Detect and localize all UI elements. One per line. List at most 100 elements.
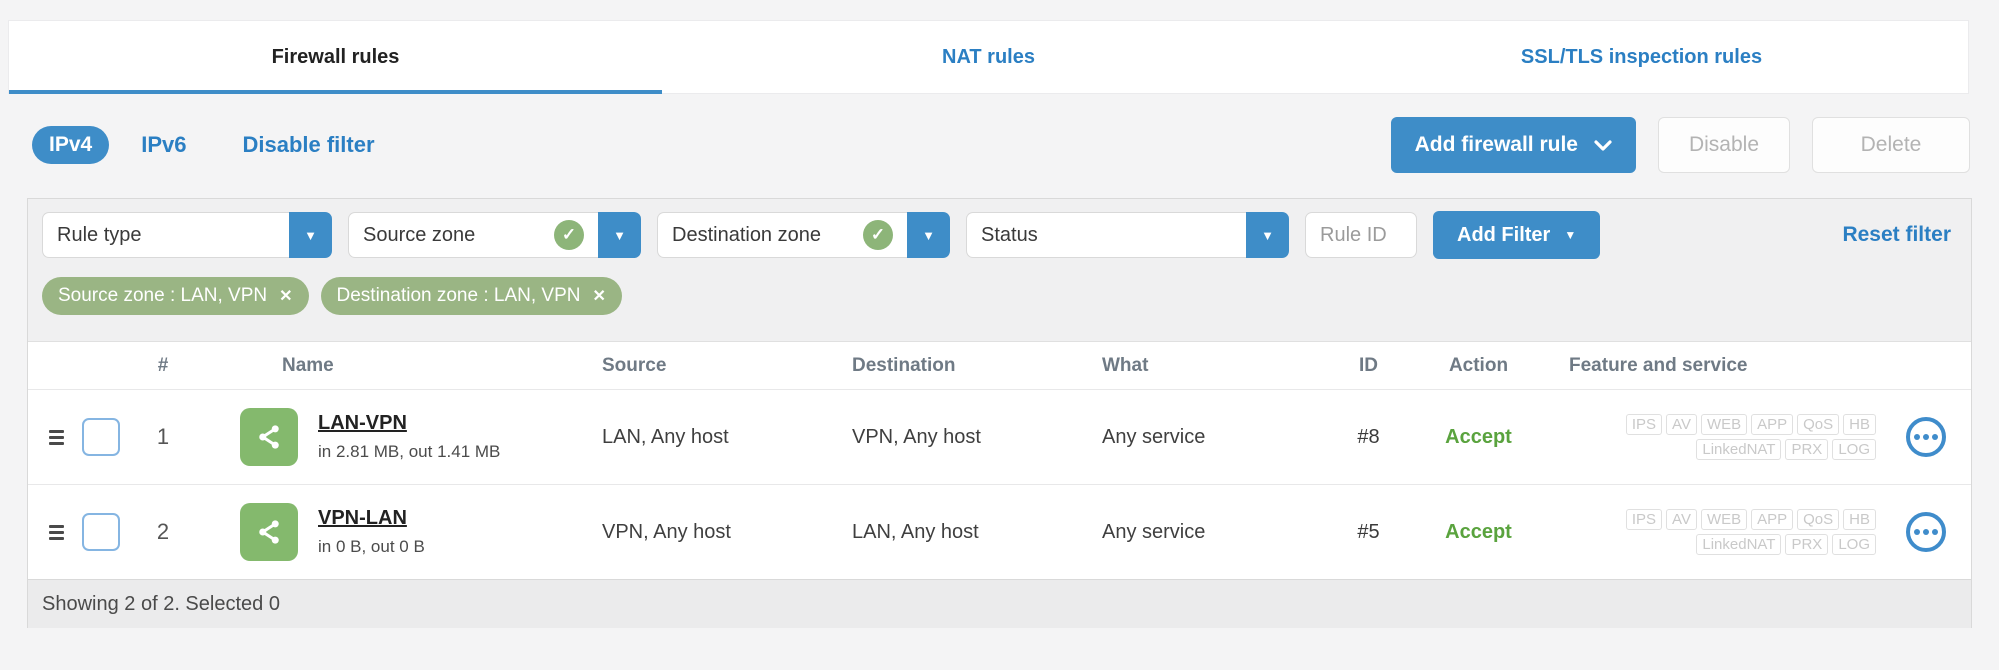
table-header-row: # Name Source Destination What ID Action… — [28, 341, 1971, 389]
filter-row: Rule type ▼ Source zone ✓ ▼ Destination … — [28, 199, 1971, 269]
feature-badge: LOG — [1832, 534, 1876, 555]
row-number: 2 — [156, 519, 170, 544]
feature-badge: IPS — [1625, 509, 1663, 530]
feature-badge: WEB — [1700, 414, 1748, 435]
feature-badge: QoS — [1797, 509, 1840, 530]
rule-id: #8 — [1357, 425, 1380, 448]
chevron-down-icon: ▼ — [613, 227, 626, 243]
status-label: Status — [981, 223, 1038, 246]
chevron-down-icon: ▼ — [304, 227, 317, 243]
active-filter-chips: Source zone : LAN, VPN ✕ Destination zon… — [28, 269, 1971, 341]
tab-nat-rules[interactable]: NAT rules — [662, 21, 1315, 93]
drag-handle-icon[interactable] — [48, 429, 64, 445]
row-number: 1 — [156, 424, 170, 449]
network-rule-share-icon[interactable] — [240, 503, 298, 561]
row-menu-ellipsis-button[interactable] — [1905, 512, 1946, 552]
row-menu-ellipsis-button[interactable] — [1905, 417, 1946, 457]
rule-destination: LAN, Any host — [852, 520, 979, 543]
filter-applied-check-icon: ✓ — [863, 220, 893, 250]
source-zone-dropdown-value[interactable]: Source zone ✓ — [348, 212, 598, 258]
header-feature-and-service: Feature and service — [1569, 354, 1748, 376]
feature-badge: QoS — [1797, 414, 1840, 435]
status-dropdown: Status ▼ — [966, 212, 1289, 258]
rule-what: Any service — [1102, 425, 1206, 448]
rule-traffic-stats: in 0 B, out 0 B — [318, 537, 425, 556]
row-checkbox[interactable] — [82, 418, 120, 456]
add-firewall-rule-label: Add firewall rule — [1414, 133, 1578, 156]
rule-type-dropdown-button[interactable]: ▼ — [289, 212, 332, 258]
chip-label: Source zone : LAN, VPN — [58, 285, 268, 306]
share-icon — [259, 520, 279, 544]
showing-selected-status: Showing 2 of 2. Selected 0 — [42, 592, 280, 615]
rule-type-label: Rule type — [57, 223, 142, 246]
chip-label: Destination zone : LAN, VPN — [336, 285, 581, 306]
header-action: Action — [1448, 354, 1509, 376]
status-dropdown-value[interactable]: Status — [966, 212, 1246, 258]
destination-zone-dropdown-button[interactable]: ▼ — [907, 212, 950, 258]
feature-badge: PRX — [1785, 534, 1829, 555]
rule-action-status: Accept — [1445, 520, 1512, 543]
row-checkbox[interactable] — [82, 513, 120, 551]
header-id: ID — [1359, 354, 1378, 376]
feature-badge: LinkedNAT — [1696, 534, 1782, 555]
table-row: 1 LAN-VPN in 2.81 MB, out 1.41 MB LAN, A… — [28, 389, 1971, 484]
rule-name-link[interactable]: LAN-VPN — [318, 412, 500, 435]
network-rule-share-icon[interactable] — [240, 408, 298, 466]
feature-badge: IPS — [1625, 414, 1663, 435]
rule-traffic-stats: in 2.81 MB, out 1.41 MB — [318, 442, 501, 461]
rule-name-link[interactable]: VPN-LAN — [318, 507, 425, 530]
source-zone-dropdown-button[interactable]: ▼ — [598, 212, 641, 258]
header-destination: Destination — [852, 354, 956, 376]
destination-zone-dropdown: Destination zone ✓ ▼ — [657, 212, 950, 258]
tab-ssl-tls-inspection-rules[interactable]: SSL/TLS inspection rules — [1315, 21, 1968, 93]
rule-action-status: Accept — [1445, 425, 1512, 448]
feature-badge: AV — [1666, 509, 1697, 530]
feature-badge: HB — [1843, 509, 1876, 530]
ipv4-toggle[interactable]: IPv4 — [32, 126, 110, 164]
feature-badges: IPS AV WEB APP QoS HB LinkedNAT PRX LOG — [1541, 509, 1880, 555]
tab-firewall-rules[interactable]: Firewall rules — [9, 21, 662, 93]
chevron-down-icon: ▼ — [1261, 227, 1274, 243]
firewall-rules-page: Firewall rules NAT rules SSL/TLS inspect… — [0, 0, 1999, 670]
rule-id: #5 — [1357, 520, 1380, 543]
rule-source: VPN, Any host — [602, 520, 731, 543]
status-dropdown-button[interactable]: ▼ — [1246, 212, 1289, 258]
disable-filter-link[interactable]: Disable filter — [242, 132, 374, 158]
rule-type-dropdown-value[interactable]: Rule type — [42, 212, 289, 258]
feature-badge: LinkedNAT — [1696, 439, 1782, 460]
feature-badge: APP — [1751, 414, 1794, 435]
header-number: # — [157, 354, 169, 376]
add-filter-label: Add Filter — [1457, 223, 1551, 246]
feature-badge: PRX — [1785, 439, 1829, 460]
header-source: Source — [602, 354, 667, 376]
rule-what: Any service — [1102, 520, 1206, 543]
feature-badge: APP — [1751, 509, 1794, 530]
reset-filter-link[interactable]: Reset filter — [1842, 223, 1951, 247]
remove-chip-icon[interactable]: ✕ — [279, 286, 292, 306]
add-filter-button[interactable]: Add Filter ▼ — [1433, 211, 1601, 259]
rule-id-input[interactable] — [1305, 212, 1417, 258]
share-icon — [259, 425, 279, 449]
filter-applied-check-icon: ✓ — [554, 220, 584, 250]
rule-type-dropdown: Rule type ▼ — [42, 212, 332, 258]
source-zone-label: Source zone — [363, 223, 476, 246]
active-tab-underline — [9, 90, 662, 94]
feature-badge: WEB — [1700, 509, 1748, 530]
filter-chip-destination-zone: Destination zone : LAN, VPN ✕ — [320, 277, 622, 315]
feature-badge: HB — [1843, 414, 1876, 435]
disable-button[interactable]: Disable — [1658, 117, 1790, 173]
feature-badges: IPS AV WEB APP QoS HB LinkedNAT PRX LOG — [1541, 414, 1880, 460]
header-name: Name — [282, 354, 334, 376]
toolbar: IPv4 IPv6 Disable filter Add firewall ru… — [32, 116, 1970, 174]
feature-badge: LOG — [1832, 439, 1876, 460]
source-zone-dropdown: Source zone ✓ ▼ — [348, 212, 641, 258]
ipv6-toggle[interactable]: IPv6 — [141, 132, 186, 158]
remove-chip-icon[interactable]: ✕ — [592, 286, 605, 306]
drag-handle-icon[interactable] — [48, 524, 64, 540]
chevron-down-icon — [1594, 139, 1612, 151]
destination-zone-dropdown-value[interactable]: Destination zone ✓ — [657, 212, 907, 258]
rule-source: LAN, Any host — [602, 425, 729, 448]
delete-button[interactable]: Delete — [1812, 117, 1970, 173]
add-firewall-rule-button[interactable]: Add firewall rule — [1390, 117, 1636, 173]
header-what: What — [1102, 354, 1149, 376]
